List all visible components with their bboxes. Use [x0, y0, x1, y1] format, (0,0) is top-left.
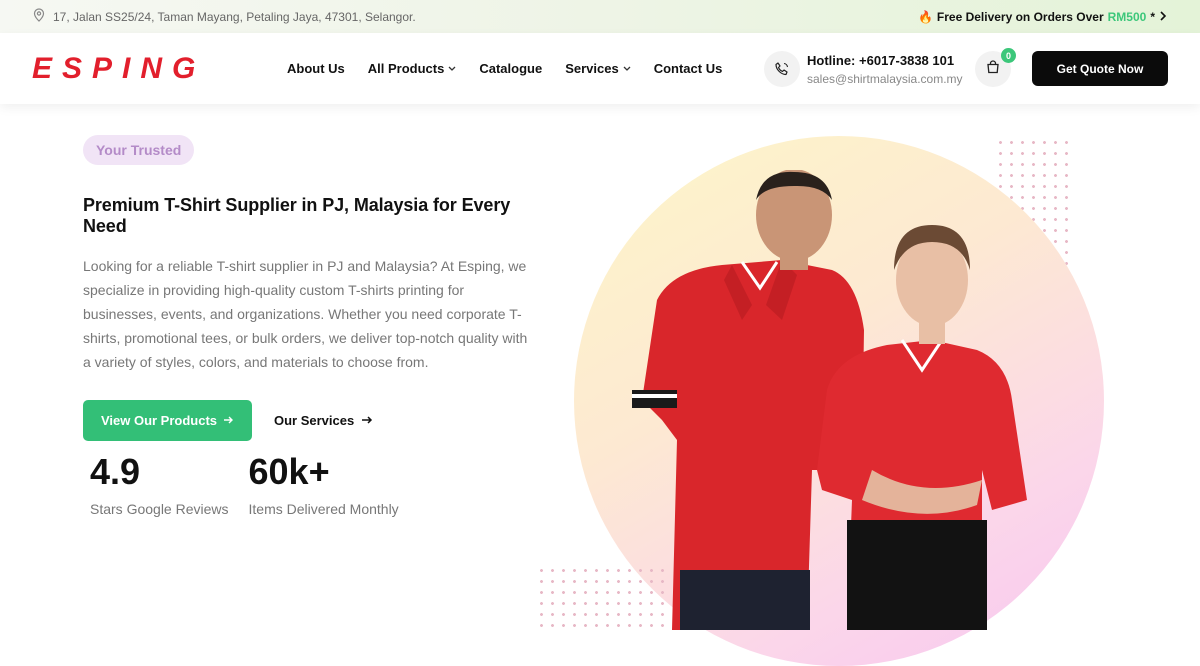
hotline-label: Hotline: [807, 52, 856, 68]
stat-items-delivered: 60k+ Items Delivered Monthly [248, 451, 399, 518]
stat-label: Items Delivered Monthly [248, 501, 399, 517]
our-services-label: Our Services [274, 413, 355, 428]
view-products-label: View Our Products [100, 413, 218, 428]
cart-button[interactable]: 0 [975, 48, 1016, 87]
free-delivery-promo[interactable]: 🔥 Free Delivery on Orders Over RM500 * [918, 10, 1167, 24]
hero-models-image [632, 170, 1027, 630]
stats-block: 4.9 Stars Google Reviews 60k+ Items Deli… [90, 451, 399, 518]
nav-all-products[interactable]: All Products [368, 61, 457, 76]
hotline-number[interactable]: +6017-3838 101 [859, 53, 954, 68]
fire-icon: 🔥 [917, 9, 933, 24]
our-services-link[interactable]: Our Services [274, 413, 373, 428]
arrow-right-icon [361, 413, 373, 428]
main-nav: About Us All Products Catalogue Services… [287, 61, 745, 76]
location-pin-icon [33, 8, 45, 25]
nav-label: About Us [287, 61, 345, 76]
nav-label: Contact Us [653, 61, 723, 76]
stat-value: 4.9 [90, 451, 141, 492]
chevron-down-icon [623, 64, 631, 74]
nav-label: Catalogue [479, 61, 543, 76]
get-quote-button[interactable]: Get Quote Now [1032, 51, 1168, 86]
trusted-badge: Your Trusted [83, 135, 195, 165]
nav-services[interactable]: Services [565, 61, 631, 76]
top-info-bar: 17, Jalan SS25/24, Taman Mayang, Petalin… [0, 0, 1200, 33]
arrow-right-icon [223, 413, 234, 428]
promo-text: Free Delivery on Orders Over [936, 9, 1104, 24]
hero-description: Looking for a reliable T-shirt supplier … [83, 258, 528, 370]
chevron-down-icon [448, 64, 456, 74]
nav-label: Services [565, 61, 619, 76]
stat-value: 60k+ [248, 451, 330, 492]
main-header: ESPING About Us All Products Catalogue S… [0, 33, 1200, 104]
address-text: 17, Jalan SS25/24, Taman Mayang, Petalin… [53, 9, 416, 24]
hero-content: Your Trusted Premium T-Shirt Supplier in… [83, 135, 533, 441]
promo-asterisk: * [1150, 9, 1155, 24]
promo-amount: RM500 [1107, 9, 1147, 24]
hero-title: Premium T-Shirt Supplier in PJ, Malaysia… [83, 195, 511, 236]
nav-label: All Products [367, 61, 445, 76]
esping-logo[interactable]: ESPING [32, 54, 205, 84]
stat-reviews: 4.9 Stars Google Reviews [90, 451, 229, 518]
phone-icon [764, 51, 800, 87]
stat-label: Stars Google Reviews [90, 501, 229, 517]
nav-about-us[interactable]: About Us [287, 61, 345, 76]
nav-contact-us[interactable]: Contact Us [654, 61, 723, 76]
hotline-block[interactable]: Hotline: +6017-3838 101 sales@shirtmalay… [764, 51, 963, 87]
nav-catalogue[interactable]: Catalogue [479, 61, 542, 76]
shopping-bag-icon [986, 59, 1000, 79]
email-link[interactable]: sales@shirtmalaysia.com.my [807, 72, 963, 86]
address-block: 17, Jalan SS25/24, Taman Mayang, Petalin… [33, 8, 416, 25]
chevron-right-icon [1159, 10, 1167, 24]
cart-count-badge: 0 [1001, 48, 1016, 63]
view-products-button[interactable]: View Our Products [83, 400, 252, 441]
